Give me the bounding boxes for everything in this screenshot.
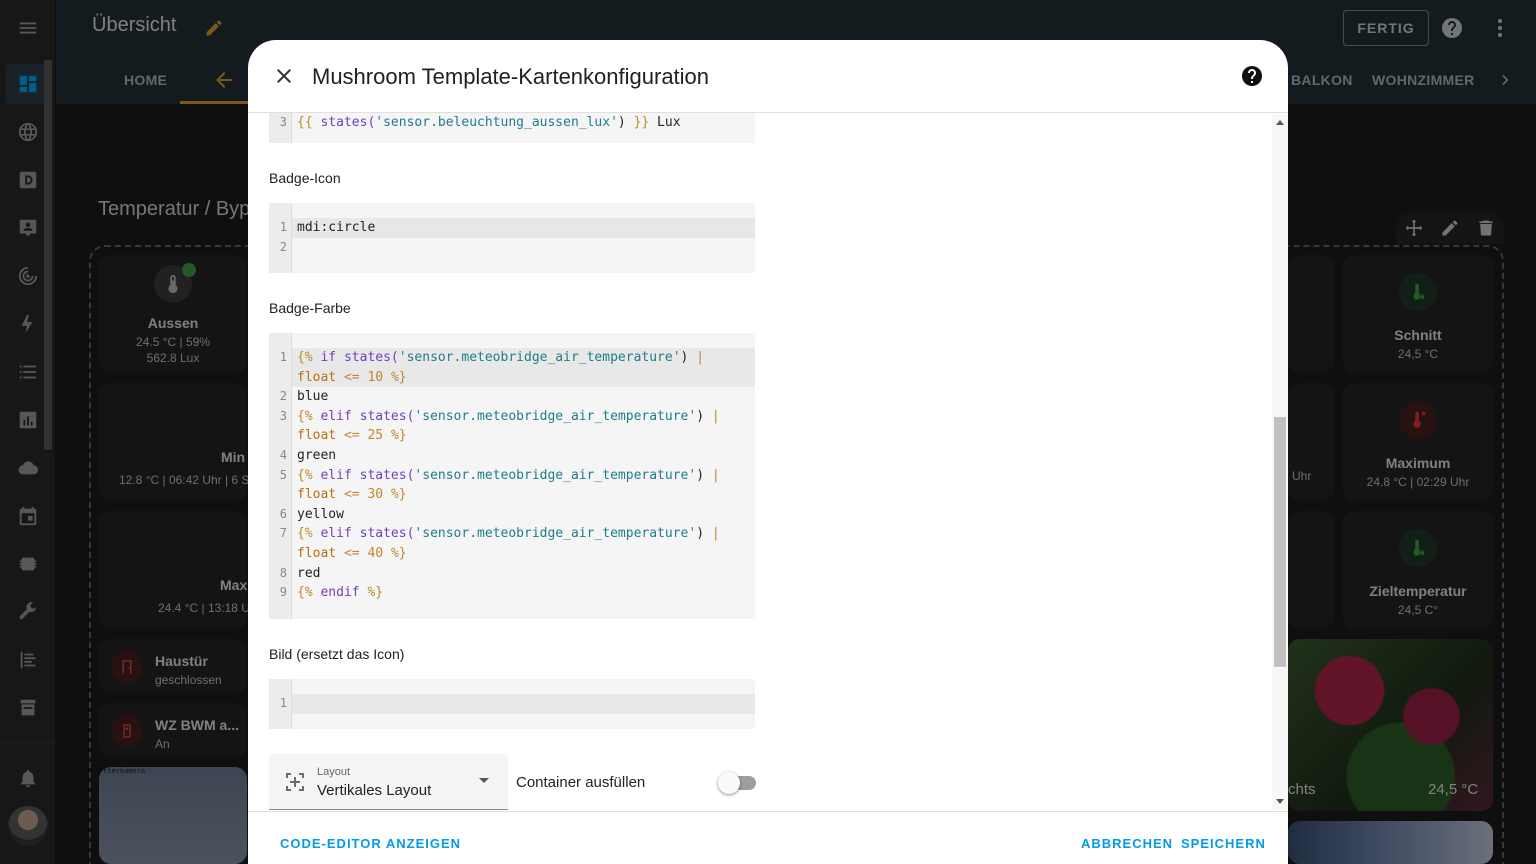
cancel-button[interactable]: ABBRECHEN — [1081, 836, 1173, 851]
dialog-content: 3 {{ states('sensor.beleuchtung_aussen_l… — [248, 113, 1288, 811]
dialog-title: Mushroom Template-Kartenkonfiguration — [312, 64, 710, 89]
card-config-dialog: Mushroom Template-Kartenkonfiguration 3 … — [248, 40, 1288, 864]
scroll-up-arrow-icon[interactable] — [1276, 120, 1284, 125]
scroll-down-arrow-icon[interactable] — [1276, 799, 1284, 804]
layout-select[interactable]: Layout Vertikales Layout — [269, 754, 508, 810]
layout-icon — [283, 770, 307, 794]
image-label: Bild (ersetzt das Icon) — [269, 646, 405, 662]
badge-color-editor[interactable]: 1 {% if states('sensor.meteobridge_air_te… — [269, 333, 755, 619]
toggle-thumb[interactable] — [718, 772, 740, 794]
badge-color-label: Badge-Farbe — [269, 300, 351, 316]
code-editor-secondary[interactable]: 3 {{ states('sensor.beleuchtung_aussen_l… — [269, 113, 755, 143]
save-button[interactable]: SPEICHERN — [1181, 836, 1266, 851]
show-code-editor-button[interactable]: CODE-EDITOR ANZEIGEN — [280, 836, 461, 851]
image-editor[interactable]: 1 — [269, 679, 755, 729]
close-icon[interactable] — [272, 64, 296, 88]
dialog-footer-divider — [248, 811, 1288, 812]
badge-icon-label: Badge-Icon — [269, 170, 341, 186]
dropdown-caret-icon — [479, 778, 489, 783]
dialog-scrollbar-thumb[interactable] — [1274, 417, 1286, 667]
help-icon[interactable] — [1240, 64, 1264, 88]
badge-icon-editor[interactable]: 1 mdi:circle 2 — [269, 203, 755, 273]
container-fill-label: Container ausfüllen — [516, 774, 646, 791]
